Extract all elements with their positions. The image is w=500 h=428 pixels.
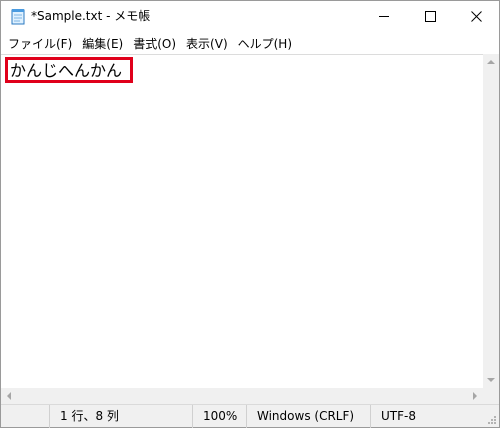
- menu-edit[interactable]: 編集(E): [78, 36, 129, 52]
- notepad-window: *Sample.txt - メモ帳 ファイル(F) 編集(E) 書式(O) 表示…: [0, 0, 500, 428]
- status-bar: 1 行、8 列 100% Windows (CRLF) UTF-8: [1, 404, 499, 428]
- menu-file[interactable]: ファイル(F): [4, 36, 78, 52]
- scroll-up-icon[interactable]: [487, 60, 495, 64]
- vertical-scrollbar[interactable]: [483, 54, 499, 388]
- scroll-left-icon[interactable]: [7, 392, 11, 400]
- title-bar[interactable]: *Sample.txt - メモ帳: [1, 1, 499, 32]
- resize-grip-icon[interactable]: [487, 415, 497, 425]
- status-cursor-position: 1 行、8 列: [49, 405, 192, 428]
- status-zoom: 100%: [192, 405, 246, 428]
- menu-help[interactable]: ヘルプ(H): [234, 36, 298, 52]
- minimize-button[interactable]: [361, 1, 407, 32]
- status-line-ending: Windows (CRLF): [246, 405, 370, 428]
- close-icon: [470, 11, 482, 22]
- menu-bar: ファイル(F) 編集(E) 書式(O) 表示(V) ヘルプ(H): [1, 34, 499, 53]
- maximize-icon: [424, 11, 436, 22]
- scrollbar-corner: [483, 388, 499, 404]
- maximize-button[interactable]: [407, 1, 453, 32]
- editor-text[interactable]: かんじへんかん: [10, 61, 122, 81]
- status-encoding: UTF-8: [370, 405, 483, 428]
- menu-format[interactable]: 書式(O): [129, 36, 182, 52]
- notepad-app-icon[interactable]: [11, 8, 25, 25]
- window-title: *Sample.txt - メモ帳: [31, 9, 151, 23]
- text-editor-area[interactable]: かんじへんかん: [1, 54, 483, 388]
- scroll-down-icon[interactable]: [487, 378, 495, 382]
- scroll-right-icon[interactable]: [473, 392, 477, 400]
- minimize-icon: [378, 16, 389, 17]
- menu-view[interactable]: 表示(V): [182, 36, 234, 52]
- horizontal-scrollbar[interactable]: [1, 388, 483, 404]
- close-button[interactable]: [453, 1, 499, 32]
